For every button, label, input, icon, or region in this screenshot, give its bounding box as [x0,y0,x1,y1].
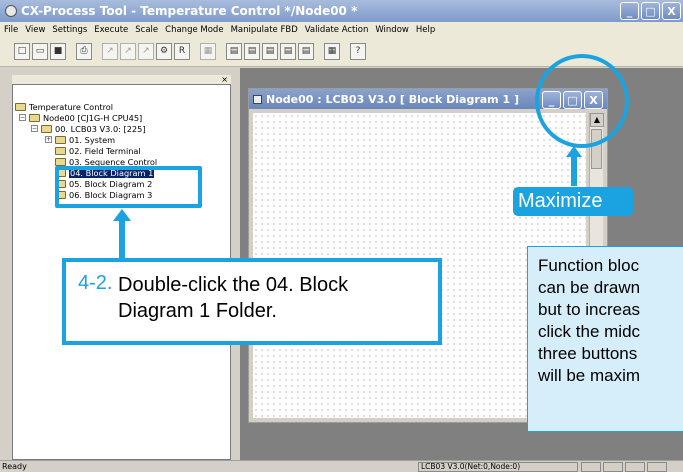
tree-item-label: 03. Sequence Control [69,156,158,167]
folder-icon [55,146,66,155]
close-button[interactable]: X [662,2,681,20]
folder-icon [15,102,26,111]
menu-window[interactable]: Window [375,25,409,35]
info-note: Function bloc can be drawn but to increa… [527,246,683,432]
tree-item-label: 00. LCB03 V3.0: [225] [55,123,146,134]
rx-icon[interactable]: R [174,43,190,60]
app-icon [5,5,17,17]
menu-bar: File View Settings Execute Scale Change … [0,22,683,37]
block-2-icon[interactable]: ▤ [244,43,260,60]
collapse-icon[interactable]: − [19,114,26,121]
note-line: can be drawn [538,278,641,297]
open-folder-icon[interactable]: ▭ [32,43,48,60]
document-icon [253,94,262,104]
tree-item-field-terminal[interactable]: 02. Field Terminal [55,145,141,156]
tools-icon[interactable]: ⚙ [156,43,172,60]
save-icon[interactable]: ■ [50,43,66,60]
maximize-arrow-stem [571,156,577,186]
status-bar: Ready LCB03 V3.0(Net:0,Node:0) [0,460,683,472]
note-line: will be maxim [538,366,641,385]
window-title: CX-Process Tool - Temperature Control */… [21,4,358,18]
help-icon[interactable]: ? [350,43,366,60]
menu-validate-action[interactable]: Validate Action [305,25,369,35]
folder-icon [41,124,52,133]
note-line: click the midc [538,322,641,341]
tree-item-temperature-control[interactable]: Temperature Control [15,101,113,112]
connect-2-icon[interactable]: ↗ [120,43,136,60]
block-5-icon[interactable]: ▤ [298,43,314,60]
block-1-icon[interactable]: ▤ [226,43,242,60]
status-node-info: LCB03 V3.0(Net:0,Node:0) [418,462,578,472]
title-bar: CX-Process Tool - Temperature Control */… [0,0,683,22]
status-text: Ready [2,462,27,471]
tree-item-system[interactable]: +01. System [45,134,115,145]
tree-item-label: 02. Field Terminal [69,145,141,156]
pane-header: × [12,75,231,84]
menu-view[interactable]: View [25,25,45,35]
block-diagram-title: Node00 : LCB03 V3.0 [ Block Diagram 1 ] [266,92,519,106]
table-icon[interactable]: ▦ [200,43,216,60]
collapse-icon[interactable]: − [31,125,38,132]
note-line: Function bloc [538,256,640,275]
menu-manipulate-fbd[interactable]: Manipulate FBD [231,25,298,35]
block-4-icon[interactable]: ▤ [280,43,296,60]
pane-close-icon[interactable]: × [221,75,228,84]
grid-icon[interactable]: ▦ [324,43,340,60]
note-line: but to increas [538,300,641,319]
tree-item-label: 01. System [69,134,116,145]
tree-item-label: Temperature Control [29,101,114,112]
step-callout: 4-2. Double-click the 04. Block Diagram … [62,258,442,345]
tree-highlight-box [55,166,202,208]
menu-file[interactable]: File [4,25,18,35]
status-cell [625,462,645,472]
block-3-icon[interactable]: ▤ [262,43,278,60]
menu-change-mode[interactable]: Change Mode [165,25,223,35]
window-controls: _ □ X [620,2,681,20]
menu-settings[interactable]: Settings [52,25,87,35]
new-file-icon[interactable]: □ [14,43,30,60]
note-line: three buttons [538,344,638,363]
folder-icon [55,157,66,166]
menu-execute[interactable]: Execute [94,25,128,35]
status-cell [603,462,623,472]
print-icon[interactable]: ⎙ [76,43,92,60]
step-text: Double-click the 04. Block Diagram 1 Fol… [118,274,349,322]
tree-item-label: Node00 [CJ1G-H CPU45] [43,112,143,123]
maximize-button[interactable]: □ [641,2,660,20]
menu-scale[interactable]: Scale [135,25,158,35]
maximize-highlight-circle [535,54,629,148]
status-cell [581,462,601,472]
minimize-button[interactable]: _ [620,2,639,20]
connect-icon[interactable]: ↗ [102,43,118,60]
folder-icon [29,113,40,122]
tree-item-lcb03[interactable]: − 00. LCB03 V3.0: [225] [31,123,146,134]
status-cell [647,462,667,472]
folder-icon [55,135,66,144]
cx-process-window: CX-Process Tool - Temperature Control */… [0,0,683,472]
tree-item-node00[interactable]: − Node00 [CJ1G-H CPU45] [19,112,142,123]
connect-3-icon[interactable]: ↗ [138,43,154,60]
maximize-label: Maximize [513,187,633,216]
callout-arrow-stem [119,220,125,261]
expand-icon[interactable]: + [45,136,52,143]
menu-help[interactable]: Help [416,25,435,35]
step-number: 4-2. [78,272,113,294]
